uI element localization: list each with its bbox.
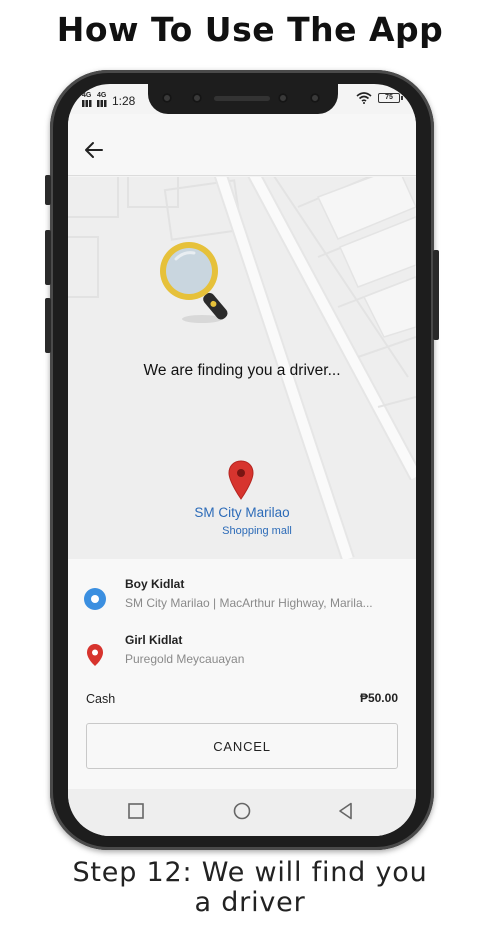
pickup-name: Boy Kidlat: [125, 577, 185, 591]
fare-amount: ₱50.00: [359, 691, 398, 705]
cancel-button[interactable]: CANCEL: [86, 723, 398, 769]
status-time: 1:28: [112, 94, 136, 108]
finding-driver-message: We are finding you a driver...: [143, 362, 341, 379]
dropoff-address: Puregold Meycauayan: [125, 652, 245, 666]
magnifier-icon: [160, 242, 228, 323]
signal-icon: 4G: [97, 92, 109, 110]
searching-indicator: We are finding you a driver...: [68, 239, 416, 379]
status-bar-right: 75: [356, 92, 403, 104]
camera-icon: [192, 93, 202, 103]
trip-details-sheet: Boy Kidlat SM City Marilao | MacArthur H…: [68, 559, 416, 789]
map-place-name[interactable]: SM City Marilao: [142, 505, 342, 520]
phone-frame: 4G 4G 1:28 75 We are finding you a drive…: [45, 70, 439, 850]
phone-power-button: [433, 250, 439, 340]
camera-icon: [278, 93, 288, 103]
dropoff-pin-icon: [87, 644, 103, 666]
pickup-dot-icon: [84, 588, 106, 610]
pickup-address: SM City Marilao | MacArthur Highway, Mar…: [125, 596, 373, 610]
square-icon[interactable]: [124, 799, 148, 823]
phone-volume-up: [45, 230, 51, 285]
page-headline: How To Use The App: [56, 10, 444, 49]
sensor-icon: [162, 93, 172, 103]
system-nav-bar: [68, 789, 416, 836]
phone-side-button: [45, 175, 51, 205]
phone-notch: [148, 84, 338, 114]
dropoff-row: Girl Kidlat Puregold Meycauayan: [68, 631, 416, 679]
map-place-type: Shopping mall: [222, 525, 292, 537]
sensor-icon: [310, 93, 320, 103]
speaker-grille: [214, 96, 270, 101]
status-bar-left: 4G 4G 1:28: [82, 92, 135, 110]
triangle-back-icon[interactable]: [334, 799, 358, 823]
phone-screen: 4G 4G 1:28 75 We are finding you a drive…: [68, 84, 416, 836]
pickup-row: Boy Kidlat SM City Marilao | MacArthur H…: [68, 575, 416, 623]
step-caption-line2: a driver: [194, 887, 306, 918]
step-caption: Step 12: We will find you a driver: [0, 858, 500, 918]
dropoff-name: Girl Kidlat: [125, 633, 183, 647]
app-header: [68, 114, 416, 176]
battery-icon: 75: [378, 93, 403, 103]
map-pin-icon[interactable]: [228, 460, 254, 500]
wifi-icon: [356, 92, 372, 104]
signal-icon: 4G: [82, 92, 94, 110]
phone-volume-down: [45, 298, 51, 353]
step-caption-line1: Step 12: We will find you: [72, 857, 428, 888]
payment-method: Cash: [86, 692, 116, 706]
circle-icon[interactable]: [230, 799, 254, 823]
arrow-left-icon[interactable]: [82, 138, 106, 162]
